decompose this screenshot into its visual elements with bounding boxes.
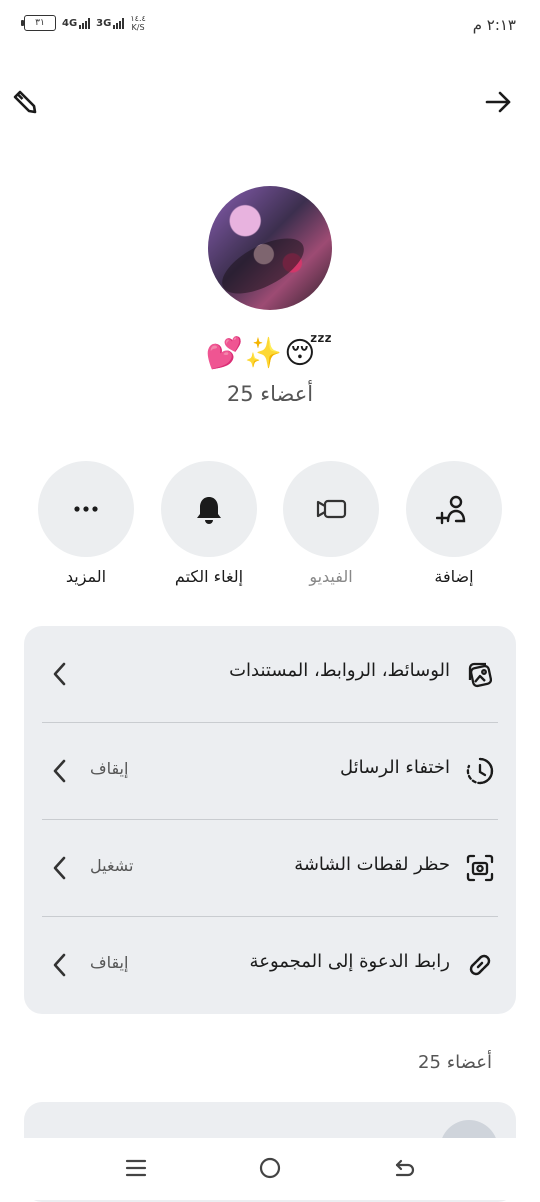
screenshot-camera-icon	[462, 850, 498, 886]
network-speed: ١٤.٤ K/S	[130, 14, 145, 32]
more-button[interactable]: المزيد	[38, 461, 134, 586]
media-gallery-icon	[462, 656, 498, 692]
speed-value: ١٤.٤	[130, 14, 146, 23]
more-label: المزيد	[65, 567, 107, 586]
group-avatar[interactable]	[208, 186, 332, 310]
more-dots-icon	[38, 461, 134, 557]
settings-card: الوسائط، الروابط، المستندات إيقاف اختفاء…	[24, 626, 516, 1014]
network-type-1: 4G	[62, 17, 78, 29]
status-bar: ٣١ 4G 3G ١٤.٤ K/S ٢:١٣ م	[0, 0, 540, 52]
members-header: 25 أعضاء	[418, 1052, 492, 1073]
disappearing-status: إيقاف	[90, 759, 129, 778]
recent-apps-icon[interactable]	[116, 1150, 156, 1186]
signal-4g-icon: 4G	[62, 17, 91, 29]
navigation-bar	[0, 1138, 540, 1200]
media-label: الوسائط، الروابط، المستندات	[229, 660, 450, 681]
back-nav-icon[interactable]	[384, 1150, 424, 1186]
disappearing-label: اختفاء الرسائل	[340, 757, 450, 778]
unmute-label: إلغاء الكتم	[174, 567, 244, 586]
status-indicators: ٣١ 4G 3G ١٤.٤ K/S	[21, 14, 146, 32]
row-media[interactable]: الوسائط، الروابط، المستندات	[24, 626, 516, 723]
video-label: الفيديو	[309, 567, 353, 586]
speed-unit: K/S	[131, 23, 145, 32]
video-camera-icon	[283, 461, 379, 557]
network-type-2: 3G	[96, 17, 112, 29]
add-label: إضافة	[434, 567, 474, 586]
row-screenshot[interactable]: تشغيل حظر لقطات الشاشة	[24, 820, 516, 917]
action-buttons: إضافة الفيديو إلغاء الكتم المزيد	[38, 461, 502, 591]
row-invite-link[interactable]: إيقاف رابط الدعوة إلى المجموعة	[24, 917, 516, 1014]
chevron-left-icon	[53, 953, 66, 977]
arrow-right-icon[interactable]	[480, 84, 516, 120]
chevron-left-icon	[53, 856, 66, 880]
home-icon[interactable]	[250, 1150, 290, 1186]
invite-label: رابط الدعوة إلى المجموعة	[249, 951, 450, 972]
signal-3g-icon: 3G	[96, 17, 125, 29]
video-button[interactable]: الفيديو	[283, 461, 379, 586]
group-title: 💕✨😴	[205, 336, 335, 371]
invite-status: إيقاف	[90, 953, 129, 972]
status-time: ٢:١٣ م	[472, 16, 516, 34]
screenshot-label: حظر لقطات الشاشة	[294, 854, 450, 875]
add-button[interactable]: إضافة	[406, 461, 502, 586]
unmute-button[interactable]: إلغاء الكتم	[161, 461, 257, 586]
battery-icon: ٣١	[21, 15, 56, 31]
timer-icon	[462, 753, 498, 789]
add-person-icon	[406, 461, 502, 557]
chevron-left-icon	[53, 662, 66, 686]
screenshot-status: تشغيل	[90, 856, 134, 875]
chevron-left-icon	[53, 759, 66, 783]
link-icon	[462, 947, 498, 983]
member-count: 25 أعضاء	[226, 382, 314, 406]
bell-icon	[161, 461, 257, 557]
pencil-icon[interactable]	[6, 84, 42, 120]
battery-level: ٣١	[35, 18, 45, 28]
row-disappearing[interactable]: إيقاف اختفاء الرسائل	[24, 723, 516, 820]
